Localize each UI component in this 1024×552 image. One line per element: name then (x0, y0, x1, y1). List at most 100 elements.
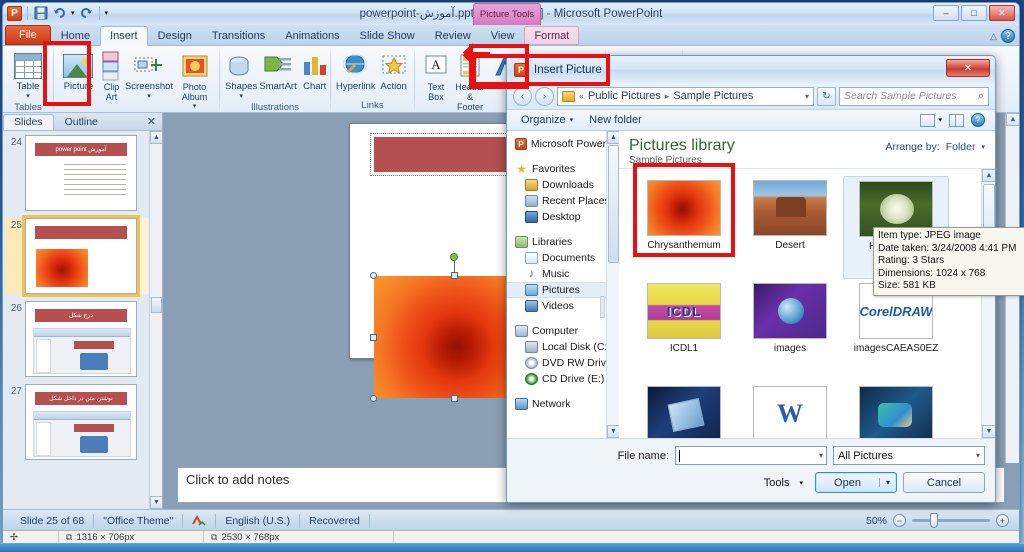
zoom-controls[interactable]: 50% − + (866, 513, 1019, 528)
nav-item-documents[interactable]: Documents (507, 250, 619, 266)
breadcrumb-overflow-icon[interactable]: « (579, 91, 584, 101)
file-item-chrysanthemum[interactable]: Chrysanthemum (631, 176, 737, 279)
open-button[interactable]: Open ▾ (815, 472, 897, 493)
tab-file[interactable]: File (5, 25, 51, 45)
ribbon-tab-strip[interactable]: File Home Insert Design Transitions Anim… (3, 25, 1019, 46)
zoom-percent[interactable]: 50% (866, 515, 887, 527)
hyperlink-button[interactable]: Hyperlink (336, 50, 376, 92)
shapes-button[interactable]: Shapes ▾ (225, 50, 257, 102)
nav-item-computer[interactable]: Computer (507, 323, 619, 339)
dialog-help-icon[interactable]: ? (971, 113, 985, 127)
scrollbar-thumb[interactable] (151, 297, 162, 313)
nav-item-music[interactable]: ♪ Music (507, 266, 619, 282)
dialog-navigation-bar[interactable]: ‹ › « Public Pictures ▸ Sample Pictures … (507, 83, 995, 109)
slides-outline-tabs[interactable]: Slides Outline ✕ (3, 113, 162, 131)
slides-pane-scrollbar[interactable]: ▲ ▼ (149, 131, 162, 509)
resize-handle-n[interactable] (450, 272, 458, 279)
tab-transitions[interactable]: Transitions (202, 26, 275, 45)
tab-slides[interactable]: Slides (3, 114, 54, 130)
collapse-ribbon-icon[interactable]: △ (990, 31, 997, 42)
nav-item-network[interactable]: Network (507, 396, 619, 412)
scroll-up-icon[interactable]: ▲ (607, 131, 619, 144)
nav-item-recent-places[interactable]: Recent Places (507, 193, 619, 209)
file-item-icdl1[interactable]: ICDL ICDL1 (631, 279, 737, 382)
dialog-toolbar-right[interactable]: ▾ ? (920, 113, 989, 127)
tab-insert[interactable]: Insert (100, 26, 148, 46)
action-button[interactable]: Action (378, 50, 410, 92)
open-dropdown-caret[interactable]: ▾ (879, 478, 896, 487)
nav-item-local-disk[interactable]: Local Disk (C:) (507, 339, 619, 355)
breadcrumb-sample-pictures[interactable]: Sample Pictures (673, 90, 753, 102)
dialog-toolbar[interactable]: Organize ▾ New folder ▾ ? (507, 109, 995, 131)
file-item-desert[interactable]: Desert (737, 176, 843, 279)
navigation-pane[interactable]: P Microsoft PowerPo ★ Favorites Download… (507, 131, 619, 438)
slide-thumbnail-26[interactable]: 26 درج شکل (5, 301, 160, 377)
thumbnail-image-26[interactable]: درج شکل (25, 301, 137, 377)
tools-button[interactable]: Tools ▾ (758, 472, 809, 493)
thumbnail-image-25[interactable] (22, 215, 140, 297)
scroll-up-icon[interactable]: ▲ (150, 131, 162, 144)
maximize-button[interactable]: □ (961, 5, 987, 21)
table-caret[interactable]: ▾ (26, 92, 30, 102)
recovered-indicator[interactable]: Recovered (300, 513, 370, 528)
rotate-handle[interactable] (450, 253, 458, 261)
scroll-down-icon[interactable]: ▼ (607, 425, 619, 438)
arrange-by-value[interactable]: Folder (946, 141, 976, 153)
arrange-by-control[interactable]: Arrange by: Folder ▾ (885, 137, 985, 153)
file-item-imagescasrphmz[interactable]: imagesCASRPHMZ (631, 382, 737, 438)
picture-button[interactable]: Picture (59, 50, 98, 92)
tab-design[interactable]: Design (148, 26, 202, 45)
file-name-dropdown-caret[interactable]: ▾ (819, 451, 823, 460)
file-list-scrollbar[interactable]: ▲ ▼ (981, 169, 995, 438)
file-item-imagescavzwiui[interactable]: W imagesCAVZWIUI (737, 382, 843, 438)
new-folder-button[interactable]: New folder (581, 112, 650, 128)
nav-pane-splitter-grip[interactable] (600, 296, 605, 318)
thumbnail-image-27[interactable]: نوشتن متن در داخل شکل (25, 384, 137, 460)
table-button[interactable]: Table ▾ (8, 50, 48, 102)
scroll-down-icon[interactable]: ▼ (150, 496, 162, 509)
back-button[interactable]: ‹ (513, 86, 532, 106)
preview-pane-icon[interactable] (949, 113, 964, 127)
forward-button[interactable]: › (535, 86, 554, 106)
zoom-slider[interactable] (912, 513, 990, 528)
resize-handle-sw[interactable] (370, 395, 377, 402)
language-indicator[interactable]: English (U.S.) (216, 513, 301, 528)
tab-home[interactable]: Home (51, 26, 100, 45)
ribbon-help-bar[interactable]: △ ? (990, 29, 1015, 43)
windows-taskbar[interactable] (0, 544, 1024, 552)
clip-art-button[interactable]: Clip Art (100, 50, 123, 102)
nav-item-libraries[interactable]: Libraries (507, 234, 619, 250)
scroll-up-icon[interactable]: ▲ (1006, 113, 1019, 126)
zoom-slider-knob[interactable] (930, 513, 938, 528)
zoom-in-button[interactable]: + (996, 514, 1009, 527)
filter-dropdown-caret[interactable]: ▾ (976, 451, 980, 460)
scroll-up-icon[interactable]: ▲ (982, 169, 995, 182)
nav-item-microsoft-powerpoint[interactable]: P Microsoft PowerPo (507, 136, 619, 152)
file-name-input[interactable]: ▾ (675, 446, 827, 465)
slide-thumbnail-27[interactable]: 27 نوشتن متن در داخل شکل (5, 384, 160, 460)
file-type-filter[interactable]: All Pictures ▾ (833, 446, 985, 465)
resize-handle-s[interactable] (450, 395, 458, 402)
photo-album-caret[interactable]: ▾ (193, 102, 197, 112)
file-item-images[interactable]: images (737, 279, 843, 382)
close-button[interactable]: ✕ (989, 5, 1015, 21)
scroll-down-icon[interactable]: ▼ (982, 425, 995, 438)
resize-handle-nw[interactable] (370, 272, 377, 279)
screenshot-button[interactable]: Screenshot ▾ (125, 50, 173, 102)
address-dropdown-caret[interactable]: ▾ (805, 92, 809, 101)
breadcrumb-public-pictures[interactable]: Public Pictures (588, 90, 661, 102)
nav-pane-scrollbar[interactable]: ▲ ▼ (606, 131, 619, 438)
nav-item-favorites[interactable]: ★ Favorites (507, 161, 619, 177)
dialog-close-button[interactable]: ✕ (946, 59, 990, 77)
slide-thumbnail-list[interactable]: 24 آموزش power point 25 26 درج شکل 27 نو… (3, 131, 162, 509)
slide-thumbnail-25[interactable]: 25 (5, 215, 160, 297)
shapes-caret[interactable]: ▾ (239, 92, 243, 102)
smartart-button[interactable]: SmartArt (259, 50, 297, 92)
chart-button[interactable]: Chart (299, 50, 331, 92)
tab-slide-show[interactable]: Slide Show (350, 26, 425, 45)
spellcheck-icon[interactable] (183, 513, 217, 528)
address-bar[interactable]: « Public Pictures ▸ Sample Pictures ▾ (557, 86, 814, 106)
theme-name[interactable]: "Office Theme" (94, 513, 184, 528)
change-view-button[interactable]: ▾ (920, 113, 942, 127)
arrange-by-caret-icon[interactable]: ▾ (981, 143, 985, 151)
